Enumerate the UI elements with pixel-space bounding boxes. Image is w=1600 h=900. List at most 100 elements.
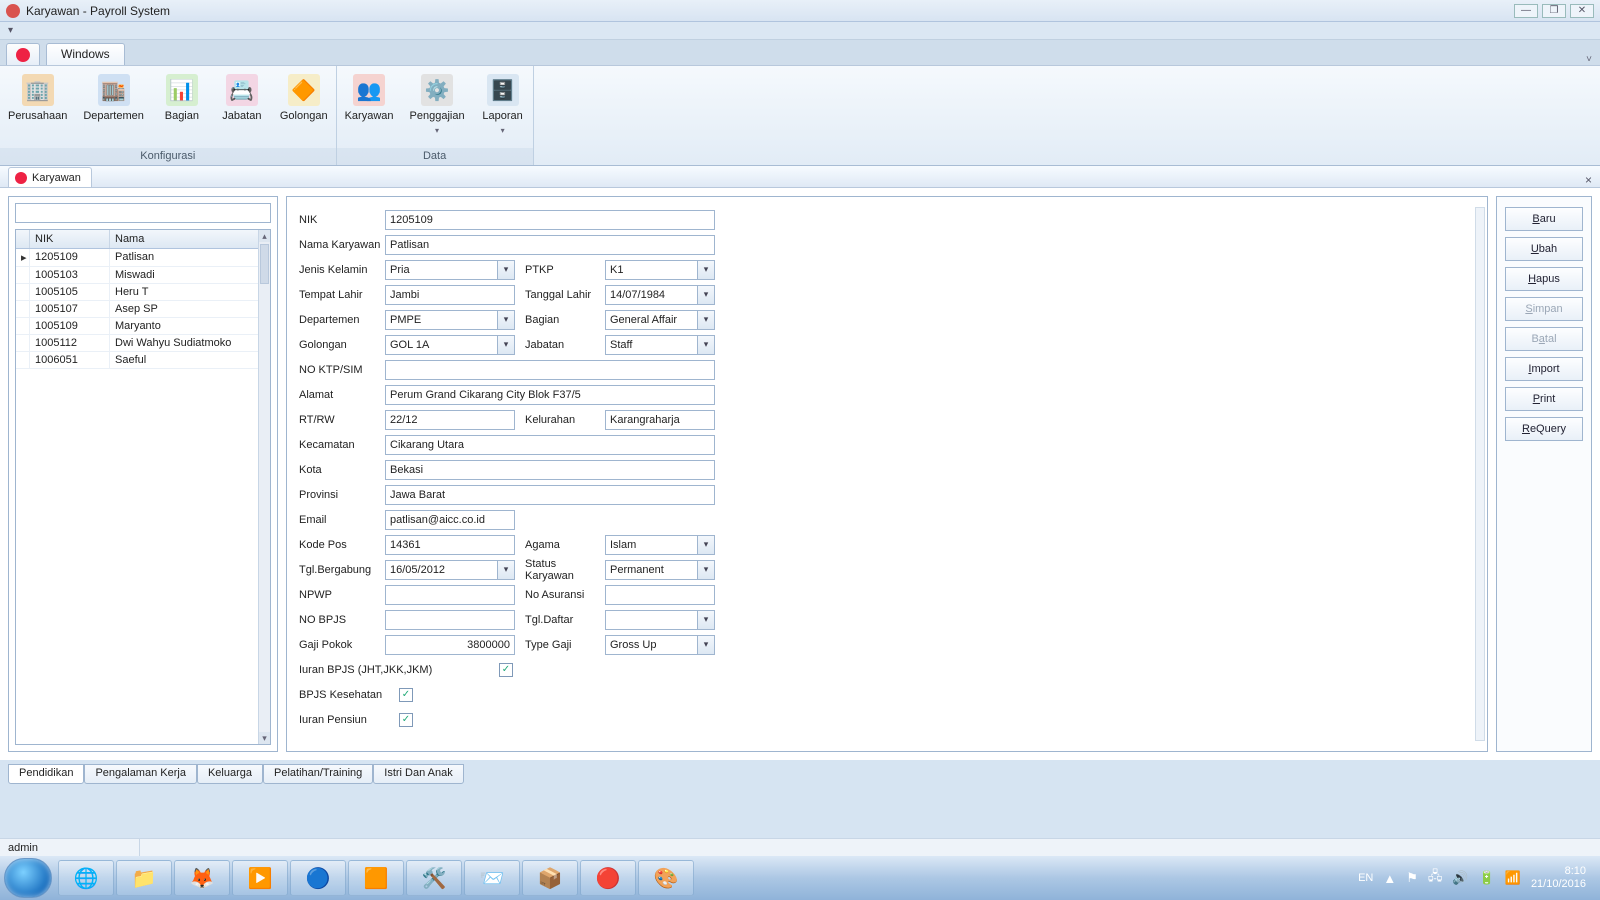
- tray-wifi-icon[interactable]: 📶: [1505, 870, 1521, 886]
- import-button[interactable]: Import: [1505, 357, 1583, 381]
- document-tab-karyawan[interactable]: Karyawan: [8, 167, 92, 187]
- ribbon-item-laporan[interactable]: 🗄️Laporan▾: [473, 70, 533, 148]
- qat-dropdown-icon[interactable]: ▾: [8, 25, 13, 36]
- ribbon-item-bagian[interactable]: 📊Bagian: [152, 70, 212, 148]
- ribbon-item-perusahaan[interactable]: 🏢Perusahaan: [0, 70, 75, 148]
- chevron-down-icon[interactable]: ▾: [497, 310, 515, 330]
- tray-action-center-icon[interactable]: ⚑: [1406, 870, 1418, 886]
- field-kode-pos[interactable]: 14361: [385, 535, 515, 555]
- combo-golongan[interactable]: GOL 1A▾: [385, 335, 515, 355]
- check-iuran-bpjs[interactable]: ✓: [499, 663, 513, 677]
- close-button[interactable]: ✕: [1570, 4, 1594, 18]
- scroll-down-icon[interactable]: ▾: [259, 732, 270, 744]
- combo-jabatan[interactable]: Staff▾: [605, 335, 715, 355]
- detail-tab[interactable]: Keluarga: [197, 764, 263, 784]
- ribbon-item-penggajian[interactable]: ⚙️Penggajian▾: [402, 70, 473, 148]
- taskbar-chrome-icon[interactable]: 🔵: [290, 860, 346, 896]
- search-input[interactable]: [15, 203, 271, 223]
- table-row[interactable]: 1005109Maryanto: [16, 318, 270, 335]
- chevron-down-icon[interactable]: ▾: [497, 260, 515, 280]
- chevron-down-icon[interactable]: ▾: [497, 335, 515, 355]
- chevron-down-icon[interactable]: ▾: [697, 610, 715, 630]
- taskbar-firefox-icon[interactable]: 🦊: [174, 860, 230, 896]
- tray-battery-icon[interactable]: 🔋: [1479, 870, 1495, 886]
- combo-status-karyawan[interactable]: Permanent▾: [605, 560, 715, 580]
- chevron-down-icon[interactable]: ▾: [697, 285, 715, 305]
- maximize-button[interactable]: ❐: [1542, 4, 1566, 18]
- field-gaji-pokok[interactable]: 3800000: [385, 635, 515, 655]
- field-kota[interactable]: Bekasi: [385, 460, 715, 480]
- field-tempat-lahir[interactable]: Jambi: [385, 285, 515, 305]
- baru-button[interactable]: Baru: [1505, 207, 1583, 231]
- simpan-button[interactable]: Simpan: [1505, 297, 1583, 321]
- col-header-nama[interactable]: Nama: [110, 230, 270, 248]
- chevron-down-icon[interactable]: ▾: [497, 560, 515, 580]
- ribbon-tab-windows[interactable]: Windows: [46, 43, 125, 65]
- combo-departemen[interactable]: PMPE▾: [385, 310, 515, 330]
- chevron-down-icon[interactable]: ▾: [697, 260, 715, 280]
- field-provinsi[interactable]: Jawa Barat: [385, 485, 715, 505]
- grid-scrollbar[interactable]: ▴ ▾: [258, 230, 270, 744]
- table-row[interactable]: 1005103Miswadi: [16, 267, 270, 284]
- field-kelurahan[interactable]: Karangraharja: [605, 410, 715, 430]
- app-menu-button[interactable]: [6, 43, 40, 65]
- tray-flag-icon[interactable]: ▲: [1383, 871, 1396, 886]
- combo-type-gaji[interactable]: Gross Up▾: [605, 635, 715, 655]
- taskbar-tool-icon[interactable]: 🛠️: [406, 860, 462, 896]
- field-nik[interactable]: 1205109: [385, 210, 715, 230]
- check-bpjs-kesehatan[interactable]: ✓: [399, 688, 413, 702]
- hapus-button[interactable]: Hapus: [1505, 267, 1583, 291]
- chevron-down-icon[interactable]: ▾: [697, 335, 715, 355]
- combo-agama[interactable]: Islam▾: [605, 535, 715, 555]
- field-nama[interactable]: Patlisan: [385, 235, 715, 255]
- taskbar-xampp-icon[interactable]: 🟧: [348, 860, 404, 896]
- ubah-button[interactable]: Ubah: [1505, 237, 1583, 261]
- taskbar-media-icon[interactable]: ▶️: [232, 860, 288, 896]
- scroll-thumb[interactable]: [260, 244, 269, 284]
- taskbar-explorer-icon[interactable]: 📁: [116, 860, 172, 896]
- col-header-nik[interactable]: NIK: [30, 230, 110, 248]
- requery-button[interactable]: ReQuery: [1505, 417, 1583, 441]
- scroll-up-icon[interactable]: ▴: [259, 230, 270, 242]
- tray-lang[interactable]: EN: [1358, 872, 1373, 884]
- table-row[interactable]: 1006051Saeful: [16, 352, 270, 369]
- chevron-down-icon[interactable]: ▾: [697, 535, 715, 555]
- print-button[interactable]: Print: [1505, 387, 1583, 411]
- form-scrollbar[interactable]: [1475, 207, 1485, 741]
- date-tgl-bergabung[interactable]: 16/05/2012▾: [385, 560, 515, 580]
- check-iuran-pensiun[interactable]: ✓: [399, 713, 413, 727]
- ribbon-item-jabatan[interactable]: 📇Jabatan: [212, 70, 272, 148]
- field-alamat[interactable]: Perum Grand Cikarang City Blok F37/5: [385, 385, 715, 405]
- field-email[interactable]: patlisan@aicc.co.id: [385, 510, 515, 530]
- field-no-bpjs[interactable]: [385, 610, 515, 630]
- chevron-down-icon[interactable]: ▾: [697, 560, 715, 580]
- document-tab-close-icon[interactable]: ×: [1585, 173, 1592, 187]
- taskbar-mail-icon[interactable]: 📨: [464, 860, 520, 896]
- batal-button[interactable]: Batal: [1505, 327, 1583, 351]
- taskbar-payroll-icon[interactable]: 🔴: [580, 860, 636, 896]
- detail-tab[interactable]: Pengalaman Kerja: [84, 764, 197, 784]
- detail-tab[interactable]: Pendidikan: [8, 764, 84, 784]
- field-npwp[interactable]: [385, 585, 515, 605]
- detail-tab[interactable]: Istri Dan Anak: [373, 764, 463, 784]
- taskbar-app2-icon[interactable]: 📦: [522, 860, 578, 896]
- chevron-down-icon[interactable]: ▾: [697, 635, 715, 655]
- field-rtrw[interactable]: 22/12: [385, 410, 515, 430]
- ribbon-collapse-icon[interactable]: ˅: [1586, 54, 1592, 65]
- minimize-button[interactable]: —: [1514, 4, 1538, 18]
- table-row[interactable]: 1005105Heru T: [16, 284, 270, 301]
- date-tanggal-lahir[interactable]: 14/07/1984▾: [605, 285, 715, 305]
- field-no-asuransi[interactable]: [605, 585, 715, 605]
- table-row[interactable]: 1005107Asep SP: [16, 301, 270, 318]
- table-row[interactable]: 1005112Dwi Wahyu Sudiatmoko: [16, 335, 270, 352]
- detail-tab[interactable]: Pelatihan/Training: [263, 764, 373, 784]
- field-ktp[interactable]: [385, 360, 715, 380]
- combo-jenis-kelamin[interactable]: Pria▾: [385, 260, 515, 280]
- start-button[interactable]: [4, 858, 52, 898]
- taskbar-paint-icon[interactable]: 🎨: [638, 860, 694, 896]
- tray-volume-icon[interactable]: 🔊: [1452, 870, 1468, 886]
- table-row[interactable]: ▸1205109Patlisan: [16, 249, 270, 267]
- combo-bagian[interactable]: General Affair▾: [605, 310, 715, 330]
- date-tgl-daftar[interactable]: ▾: [605, 610, 715, 630]
- ribbon-item-golongan[interactable]: 🔶Golongan: [272, 70, 336, 148]
